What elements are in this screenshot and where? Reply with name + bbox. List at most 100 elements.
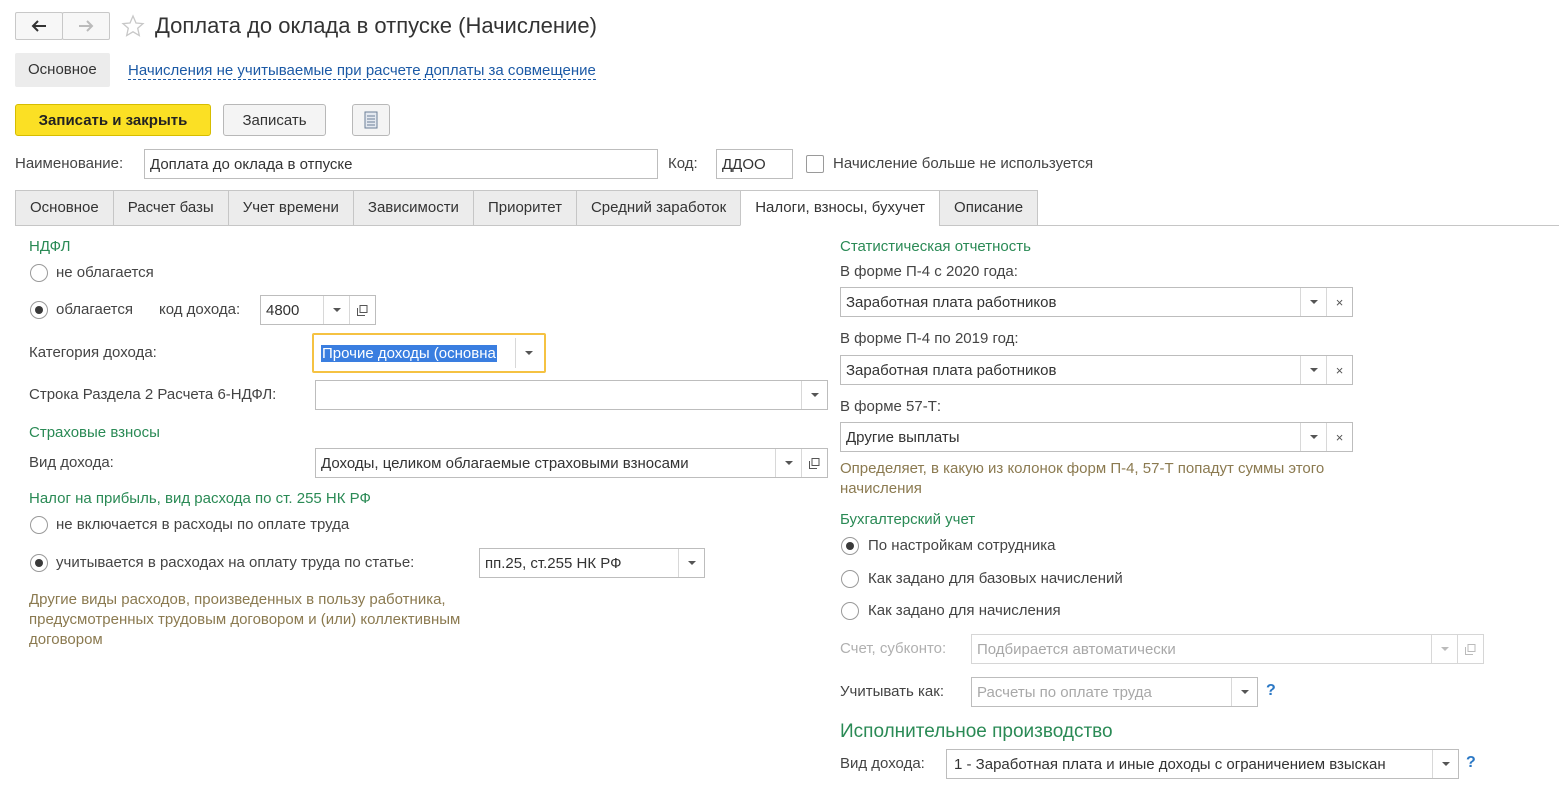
profit-not-included-radio[interactable] xyxy=(30,516,48,534)
open-window-icon xyxy=(809,457,820,469)
tab-avg-earnings[interactable]: Средний заработок xyxy=(575,190,742,226)
chevron-down-icon xyxy=(1309,300,1318,304)
income-category-dropdown[interactable] xyxy=(515,338,541,368)
account-as-field[interactable]: Расчеты по оплате труда xyxy=(971,677,1258,707)
stats-hint: Определяет, в какую из колонок форм П-4,… xyxy=(840,460,1325,497)
save-and-close-button[interactable]: Записать и закрыть xyxy=(15,104,211,136)
ndfl-taxed-label: облагается xyxy=(56,301,134,318)
f57t-label: В форме 57-Т: xyxy=(840,398,942,415)
chevron-down-icon xyxy=(1240,690,1249,694)
p4-2020-field[interactable]: Заработная плата работников × xyxy=(840,287,1353,317)
chevron-down-icon xyxy=(1309,435,1318,439)
f57t-clear[interactable]: × xyxy=(1326,423,1352,451)
income-category-field[interactable]: Прочие доходы (основна xyxy=(316,337,542,369)
p4-2020-clear[interactable]: × xyxy=(1326,288,1352,316)
tab-main[interactable]: Основное xyxy=(15,190,114,226)
f57t-dropdown[interactable] xyxy=(1300,423,1326,451)
p4-2019-dropdown[interactable] xyxy=(1300,356,1326,384)
p4-2020-dropdown[interactable] xyxy=(1300,288,1326,316)
clear-icon: × xyxy=(1335,362,1344,378)
name-label: Наименование: xyxy=(15,155,124,172)
save-button[interactable]: Записать xyxy=(223,104,326,136)
profit-tax-section-title: Налог на прибыль, вид расхода по ст. 255… xyxy=(29,490,371,507)
account-as-value: Расчеты по оплате труда xyxy=(977,683,1152,701)
arrow-right-icon xyxy=(79,20,94,32)
open-window-icon xyxy=(1465,643,1476,655)
report-line-dropdown[interactable] xyxy=(801,381,827,409)
back-button[interactable] xyxy=(15,12,63,40)
income-code-field[interactable]: 4800 xyxy=(260,295,376,325)
tab-taxes[interactable]: Налоги, взносы, бухучет xyxy=(740,190,941,226)
profit-included-radio[interactable] xyxy=(30,554,48,572)
ndfl-not-taxed-label: не облагается xyxy=(56,264,154,281)
accounting-accrual-radio[interactable] xyxy=(841,602,859,620)
income-code-value: 4800 xyxy=(266,301,300,319)
p4-2019-field[interactable]: Заработная плата работников × xyxy=(840,355,1353,385)
account-as-help-icon[interactable]: ? xyxy=(1266,682,1276,700)
ndfl-taxed-radio[interactable] xyxy=(30,301,48,319)
tab-dependencies[interactable]: Зависимости xyxy=(352,190,474,226)
enforcement-income-type-value: 1 - Заработная плата и иные доходы с огр… xyxy=(954,755,1386,773)
unused-checkbox[interactable] xyxy=(806,155,824,173)
account-field: Подбирается автоматически xyxy=(971,634,1484,664)
tab-priority[interactable]: Приоритет xyxy=(472,190,577,226)
insurance-income-type-value: Доходы, целиком облагаемые страховыми вз… xyxy=(321,454,689,472)
clear-icon: × xyxy=(1335,429,1344,445)
account-dropdown xyxy=(1431,635,1457,663)
profit-not-included-label: не включается в расходы по оплате труда xyxy=(56,516,350,533)
account-label: Счет, субконто: xyxy=(840,640,947,657)
chevron-down-icon xyxy=(1441,762,1450,766)
insurance-income-type-label: Вид дохода: xyxy=(29,454,114,471)
account-open xyxy=(1457,635,1483,663)
code-input[interactable]: ДДОО xyxy=(716,149,793,179)
insurance-income-type-field[interactable]: Доходы, целиком облагаемые страховыми вз… xyxy=(315,448,828,478)
income-code-dropdown[interactable] xyxy=(323,296,349,324)
report-line-field[interactable] xyxy=(315,380,828,410)
enforcement-income-type-dropdown[interactable] xyxy=(1432,750,1458,778)
account-as-label: Учитывать как: xyxy=(840,683,945,700)
account-as-dropdown[interactable] xyxy=(1231,678,1257,706)
open-window-icon xyxy=(357,304,368,316)
profit-article-value: пп.25, ст.255 НК РФ xyxy=(485,554,622,572)
p4-2020-label: В форме П-4 с 2020 года: xyxy=(840,263,1018,280)
profit-tax-hint: Другие виды расходов, произведенных в по… xyxy=(29,591,461,648)
enforcement-income-type-field[interactable]: 1 - Заработная плата и иные доходы с огр… xyxy=(946,749,1459,779)
accounting-employee-radio[interactable] xyxy=(841,537,859,555)
profit-article-field[interactable]: пп.25, ст.255 НК РФ xyxy=(479,548,705,578)
chevron-down-icon xyxy=(810,393,819,397)
accounting-section-title: Бухгалтерский учет xyxy=(840,511,976,528)
document-list-icon xyxy=(364,111,378,129)
nav-main-chip[interactable]: Основное xyxy=(15,53,110,87)
arrow-left-icon xyxy=(31,20,46,32)
tab-description[interactable]: Описание xyxy=(939,190,1039,226)
accounting-accrual-label: Как задано для начисления xyxy=(868,602,1061,619)
chevron-down-icon xyxy=(524,351,533,355)
tab-time[interactable]: Учет времени xyxy=(227,190,354,226)
enforcement-income-type-label: Вид дохода: xyxy=(840,755,925,772)
insurance-income-type-dropdown[interactable] xyxy=(775,449,801,477)
code-input-value: ДДОО xyxy=(722,155,766,173)
favorite-star-icon[interactable] xyxy=(121,14,145,42)
profit-article-dropdown[interactable] xyxy=(678,549,704,577)
forward-button[interactable] xyxy=(62,12,110,40)
income-code-open[interactable] xyxy=(349,296,375,324)
chevron-down-icon xyxy=(784,461,793,465)
f57t-field[interactable]: Другие выплаты × xyxy=(840,422,1353,452)
name-input[interactable]: Доплата до оклада в отпуске xyxy=(144,149,658,179)
insurance-income-type-open[interactable] xyxy=(801,449,827,477)
ndfl-not-taxed-radio[interactable] xyxy=(30,264,48,282)
income-category-label: Категория дохода: xyxy=(29,344,157,361)
p4-2020-value: Заработная плата работников xyxy=(846,293,1057,311)
accounting-base-radio[interactable] xyxy=(841,570,859,588)
chevron-down-icon xyxy=(1440,647,1449,651)
insurance-section-title: Страховые взносы xyxy=(29,424,160,441)
code-label: Код: xyxy=(668,155,698,172)
nav-link-excluded-accruals[interactable]: Начисления не учитываемые при расчете до… xyxy=(128,62,596,80)
p4-2019-clear[interactable]: × xyxy=(1326,356,1352,384)
unused-label: Начисление больше не используется xyxy=(833,155,1094,172)
tab-base-calc[interactable]: Расчет базы xyxy=(112,190,229,226)
chevron-down-icon xyxy=(1309,368,1318,372)
report-button[interactable] xyxy=(352,104,390,136)
enforcement-help-icon[interactable]: ? xyxy=(1466,754,1476,772)
clear-icon: × xyxy=(1335,294,1344,310)
